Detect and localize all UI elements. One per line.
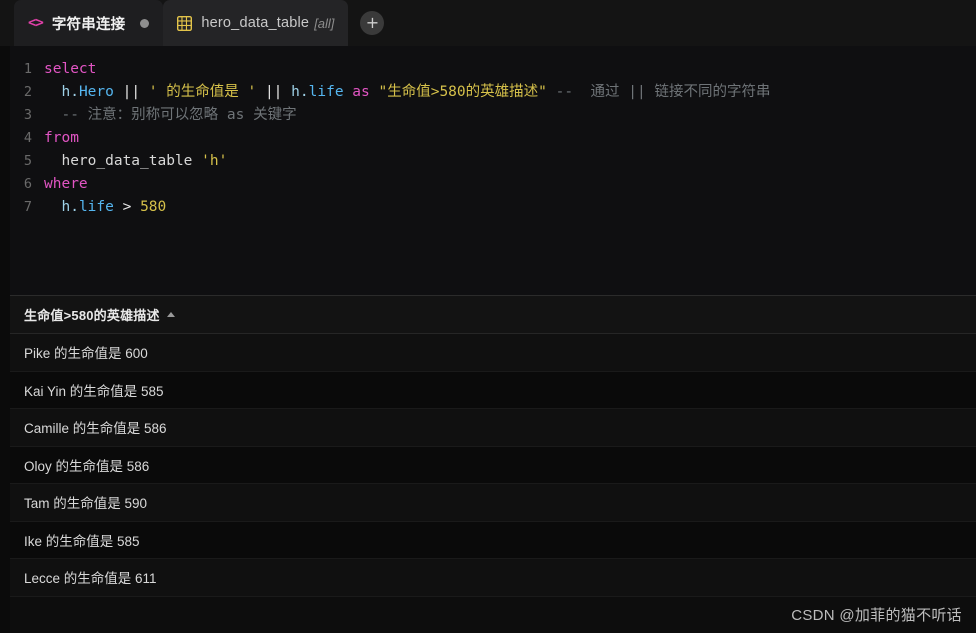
code-token-col: life	[308, 84, 344, 100]
results-rows: Pike 的生命值是 600 Kai Yin 的生命值是 585 Camille 的…	[10, 334, 976, 633]
code-token-com: -- 注意：别称可以忽略 as 关键字	[61, 107, 297, 123]
code-token-str: ' 的生命值是 '	[148, 84, 257, 100]
line-number: 7	[23, 199, 32, 215]
code-token-op: ||	[264, 84, 283, 100]
sql-editor-window: <> 字符串连接 hero_data_table [all] + 1 select…	[0, 0, 976, 633]
sort-ascending-icon	[166, 311, 175, 317]
results-column-header-label: 生命值>580的英雄描述	[24, 308, 160, 323]
code-token-com: -- 通过 || 链接不同的字符串	[555, 84, 771, 100]
line-number: 1	[23, 61, 32, 77]
code-token-dot: h.	[61, 199, 79, 215]
tab-hero-data-table[interactable]: hero_data_table [all]	[163, 0, 349, 46]
line-number: 5	[23, 153, 32, 169]
line-number: 3	[23, 107, 32, 123]
code-line: 7 h.life > 580	[10, 196, 976, 219]
table-row[interactable]: Ike 的生命值是 585	[10, 521, 976, 559]
code-line-text: h.life > 580	[44, 196, 166, 219]
code-line: 4 from	[10, 127, 976, 150]
code-line-text: h.Hero || ' 的生命值是 ' || h.life as "生命值>58…	[44, 81, 770, 104]
code-token-kw: from	[44, 130, 79, 146]
results-grid: 生命值>580的英雄描述 Pike 的生命值是 600 Kai Yin 的生命值是…	[10, 295, 976, 633]
table-cell: Ike 的生命值是 585	[24, 533, 140, 549]
table-grid-icon	[177, 15, 193, 31]
add-tab-button[interactable]: +	[360, 11, 385, 35]
code-token-kw: where	[44, 176, 88, 192]
line-number: 4	[23, 130, 32, 146]
code-line-text: where	[44, 173, 88, 196]
code-brackets-icon: <>	[28, 15, 44, 31]
code-line: 2 h.Hero || ' 的生命值是 ' || h.life as "生命值>…	[10, 81, 976, 104]
results-column-header[interactable]: 生命值>580的英雄描述	[10, 296, 976, 334]
code-token-op: ||	[122, 84, 141, 100]
code-token-kw: select	[44, 61, 97, 77]
tab-bar: <> 字符串连接 hero_data_table [all] +	[0, 0, 976, 46]
code-token-dot: h.	[61, 84, 79, 100]
table-row[interactable]: Tam 的生命值是 590	[10, 484, 976, 522]
add-tab-area: +	[348, 0, 396, 46]
code-line: 3 -- 注意：别称可以忽略 as 关键字	[10, 104, 976, 127]
code-token-plain: hero_data_table	[61, 153, 193, 169]
code-token-str: "生命值>580的英雄描述"	[378, 84, 547, 100]
code-token-str: 'h'	[201, 153, 228, 169]
table-cell: Pike 的生命值是 600	[24, 346, 148, 362]
line-number: 6	[23, 176, 32, 192]
code-token-col: Hero	[78, 84, 114, 100]
table-cell: Camille 的生命值是 586	[24, 421, 167, 437]
table-row[interactable]: Camille 的生命值是 586	[10, 409, 976, 447]
sql-code-editor[interactable]: 1 select 2 h.Hero || ' 的生命值是 ' || h.life a…	[10, 46, 976, 295]
table-row[interactable]: Pike 的生命值是 600	[10, 334, 976, 372]
code-token-col: life	[78, 199, 114, 215]
code-token-kw: as	[352, 84, 370, 100]
editor-region: 1 select 2 h.Hero || ' 的生命值是 ' || h.life a…	[0, 46, 976, 295]
tab-label: hero_data_table	[201, 15, 310, 31]
code-token-dot: h.	[291, 84, 309, 100]
table-row[interactable]: Oloy 的生命值是 586	[10, 446, 976, 484]
tab-label: 字符串连接	[51, 16, 126, 33]
code-token-num: 580	[140, 199, 167, 215]
table-row[interactable]: Kai Yin 的生命值是 585	[10, 371, 976, 409]
code-line: 5 hero_data_table 'h'	[10, 150, 976, 173]
code-line: 1 select	[10, 58, 976, 81]
table-cell: Tam 的生命值是 590	[24, 496, 148, 512]
tab-scope-suffix: [all]	[314, 15, 335, 31]
table-cell: Kai Yin 的生命值是 585	[24, 383, 164, 399]
table-cell: Lecce 的生命值是 611	[24, 571, 157, 587]
code-line-text: hero_data_table 'h'	[44, 150, 227, 173]
table-row[interactable]: Lecce 的生命值是 611	[10, 559, 976, 597]
code-line: 6 where	[10, 173, 976, 196]
tab-string-concat[interactable]: <> 字符串连接	[14, 0, 164, 46]
code-line-text: -- 注意：别称可以忽略 as 关键字	[44, 104, 297, 127]
code-line-text: select	[44, 58, 96, 81]
code-line-text: from	[44, 127, 79, 150]
unsaved-indicator-dot	[140, 18, 150, 28]
results-region: 生命值>580的英雄描述 Pike 的生命值是 600 Kai Yin 的生命值是…	[0, 295, 976, 633]
line-number: 2	[23, 84, 32, 100]
table-cell: Oloy 的生命值是 586	[24, 458, 150, 474]
